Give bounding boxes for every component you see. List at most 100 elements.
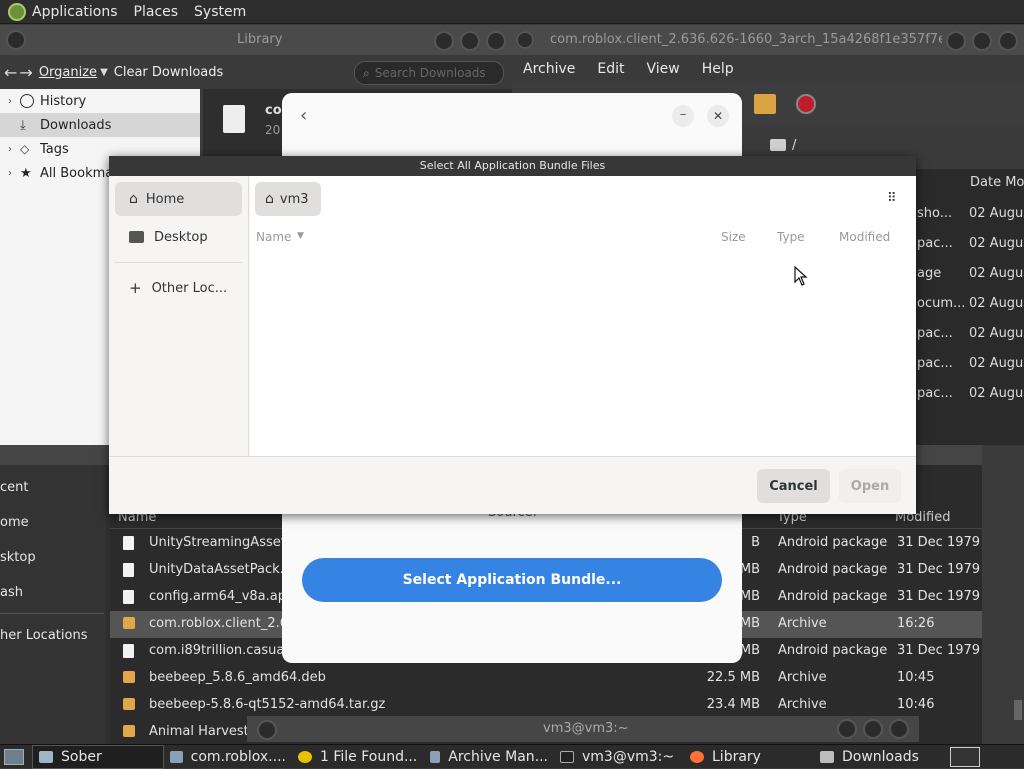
task-sober[interactable]: Sober: [32, 744, 164, 769]
task-archive-manager[interactable]: Archive Man...: [424, 746, 554, 768]
file-row-type: Archive: [778, 616, 827, 631]
window-menu-icon[interactable]: [257, 720, 277, 740]
file-row[interactable]: beebeep-5.8.6-qt5152-amd64.tar.gz 23.4 MB…: [110, 692, 982, 719]
forward-arrow-icon[interactable]: →: [19, 63, 32, 82]
archive-row-type: sho...: [917, 206, 953, 221]
file-row-name: UnityDataAssetPack.ap: [149, 562, 300, 577]
place-desktop[interactable]: Desktop: [115, 220, 242, 254]
maximize-icon[interactable]: [863, 719, 883, 739]
archive-app-icon: [170, 750, 183, 763]
file-row-modified: 31 Dec 1979: [897, 562, 981, 577]
maximize-icon[interactable]: [972, 31, 992, 51]
file-row-modified: 31 Dec 1979: [897, 589, 981, 604]
archive-row-date: 02 Augus: [969, 266, 1024, 281]
file-row-name: UnityStreamingAssets: [149, 535, 293, 550]
task-label: com.roblox....: [190, 748, 286, 765]
workspace-switcher-icon[interactable]: [950, 746, 980, 767]
download-item-date: 20: [265, 123, 281, 137]
tree-item-label: Tags: [40, 141, 69, 157]
file-row-size: MB: [739, 589, 760, 604]
column-name[interactable]: Name: [256, 230, 291, 244]
expander-icon[interactable]: ›: [0, 144, 20, 155]
task-label: vm3@vm3:~: [582, 748, 675, 765]
place-other-locations[interactable]: + Other Loc...: [115, 271, 242, 305]
archive-titlebar: com.roblox.client_2.636.626-1660_3arch_1…: [512, 25, 1024, 55]
file-row[interactable]: beebeep_5.8.6_amd64.deb 22.5 MB Archive 10:…: [110, 665, 982, 692]
maximize-icon[interactable]: [460, 31, 480, 51]
file-row-size: 22.5 MB: [706, 670, 760, 685]
close-icon[interactable]: [998, 31, 1018, 51]
location-path[interactable]: /: [792, 138, 796, 153]
file-row-name: com.i89trillion.casual.: [149, 643, 293, 658]
menu-view[interactable]: View: [647, 61, 680, 77]
minimize-icon[interactable]: –: [672, 105, 694, 127]
view-options-icon[interactable]: ⠿: [887, 191, 896, 206]
path-bar-home-button[interactable]: ⌂ vm3: [255, 182, 321, 216]
sidebar-other-locations[interactable]: her Locations: [0, 628, 87, 643]
task-downloads[interactable]: Downloads: [814, 746, 944, 768]
column-date-modified[interactable]: Date Mod: [970, 175, 1024, 190]
folder-icon: [770, 139, 786, 151]
folder-icon: [129, 231, 144, 243]
minimize-icon[interactable]: [946, 31, 966, 51]
archive-row-date: 02 Augus: [969, 326, 1024, 341]
column-size[interactable]: Size: [721, 230, 746, 244]
sidebar-trash[interactable]: ash: [0, 585, 23, 600]
task-file-found[interactable]: 1 File Found...: [292, 746, 424, 768]
tag-icon: ◇: [20, 142, 30, 156]
task-library[interactable]: Library: [684, 746, 814, 768]
search-placeholder: Search Downloads: [374, 66, 486, 80]
sidebar-recent[interactable]: cent: [0, 480, 28, 495]
tree-item-downloads[interactable]: ⤓ Downloads: [0, 113, 200, 137]
window-menu-icon[interactable]: [6, 30, 26, 50]
close-icon[interactable]: ✕: [707, 105, 729, 127]
archive-icon: [123, 725, 135, 737]
sidebar-desktop[interactable]: sktop: [0, 550, 36, 565]
column-modified[interactable]: Modified: [839, 230, 890, 244]
firefox-icon: [690, 750, 704, 763]
menu-edit[interactable]: Edit: [597, 61, 624, 77]
system-menu[interactable]: System: [194, 4, 246, 20]
files-scrollbar[interactable]: [1014, 700, 1022, 720]
file-row-name: beebeep-5.8.6-qt5152-amd64.tar.gz: [149, 697, 386, 712]
menu-help[interactable]: Help: [702, 61, 734, 77]
sidebar-home[interactable]: ome: [0, 515, 29, 530]
archive-row-type: age: [917, 266, 942, 281]
search-downloads-input[interactable]: ⌕ Search Downloads: [354, 61, 504, 85]
window-menu-icon[interactable]: [516, 31, 534, 49]
archive-icon: [123, 698, 135, 710]
place-home[interactable]: ⌂ Home: [115, 182, 242, 216]
minimize-icon[interactable]: [434, 31, 454, 51]
close-icon[interactable]: [486, 31, 506, 51]
select-application-bundle-button[interactable]: Select Application Bundle...: [302, 558, 722, 602]
tree-item-history[interactable]: › History: [0, 89, 200, 113]
close-icon[interactable]: [889, 719, 909, 739]
show-desktop-icon[interactable]: [4, 748, 24, 765]
menu-archive[interactable]: Archive: [523, 61, 575, 77]
column-type[interactable]: Type: [777, 230, 805, 244]
extract-icon[interactable]: [754, 94, 776, 114]
back-arrow-icon[interactable]: ‹: [300, 105, 307, 126]
cancel-button[interactable]: Cancel: [757, 469, 830, 503]
task-com-roblox[interactable]: com.roblox....: [164, 746, 292, 768]
tree-item-label: History: [40, 93, 87, 109]
expander-icon[interactable]: ›: [0, 168, 20, 179]
expander-icon[interactable]: ›: [0, 96, 20, 107]
organize-menu[interactable]: Organize: [39, 65, 97, 80]
file-row-size: B: [751, 535, 760, 550]
back-arrow-icon[interactable]: ←: [4, 63, 17, 82]
stop-icon[interactable]: [796, 94, 816, 114]
minimize-icon[interactable]: [837, 719, 857, 739]
places-menu[interactable]: Places: [134, 4, 179, 20]
file-row-name: com.roblox.client_2.63: [149, 616, 297, 631]
archive-row-type: pac...: [917, 326, 953, 341]
applications-menu[interactable]: Applications: [32, 4, 118, 20]
open-button[interactable]: Open: [839, 469, 901, 503]
places-sidebar: ⌂ Home Desktop + Other Loc...: [109, 176, 249, 456]
archive-row-date: 02 Augus: [969, 296, 1024, 311]
file-row-type: Archive: [778, 697, 827, 712]
task-terminal[interactable]: vm3@vm3:~: [554, 746, 684, 768]
clear-downloads-button[interactable]: Clear Downloads: [114, 65, 224, 80]
archive-row-date: 02 Augus: [969, 236, 1024, 251]
distro-logo-icon[interactable]: [8, 2, 26, 21]
